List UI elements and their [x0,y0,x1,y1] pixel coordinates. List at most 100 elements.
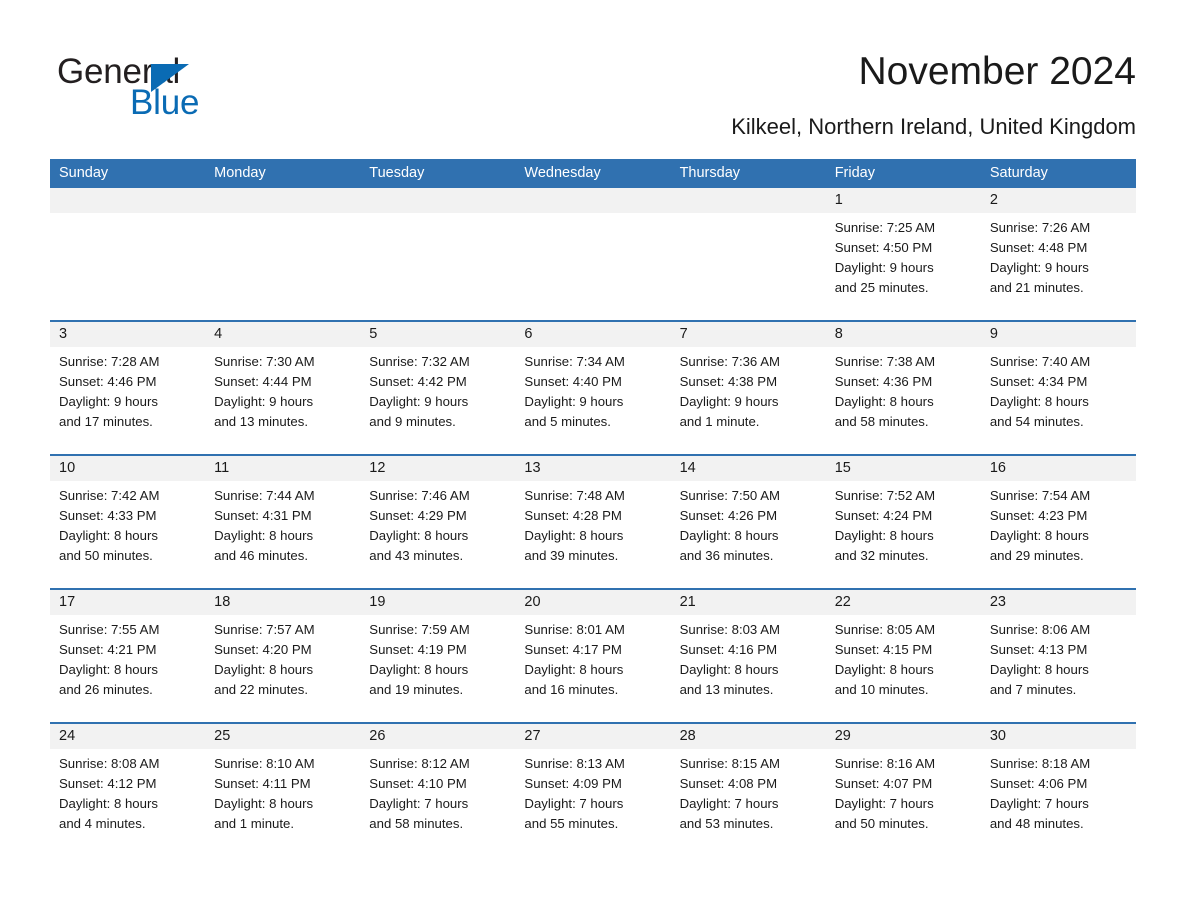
day-detail-line: and 55 minutes. [524,816,619,831]
day-cell[interactable]: Sunrise: 7:32 AM Sunset: 4:42 PM Daylight:… [360,347,515,450]
day-cell[interactable]: Sunrise: 8:18 AM Sunset: 4:06 PM Daylight:… [981,749,1136,852]
day-number[interactable]: 24 [50,724,205,749]
day-detail-line: and 50 minutes. [59,548,153,563]
day-detail-line: Daylight: 8 hours [679,662,779,677]
day-detail-line: Sunset: 4:26 PM [679,508,778,523]
day-detail-line: and 13 minutes. [679,682,774,697]
day-cell[interactable]: Sunrise: 8:16 AM Sunset: 4:07 PM Daylight:… [826,749,981,852]
day-cell[interactable]: Sunrise: 7:26 AM Sunset: 4:48 PM Daylight:… [981,213,1136,316]
day-number[interactable]: 3 [50,322,205,347]
day-number-empty [50,188,205,213]
day-number[interactable]: 15 [826,456,981,481]
day-detail-line: Daylight: 8 hours [679,528,779,543]
day-cell[interactable]: Sunrise: 7:34 AM Sunset: 4:40 PM Daylight:… [515,347,670,450]
day-detail-line: Daylight: 7 hours [524,796,624,811]
day-detail-line: and 43 minutes. [369,548,464,563]
day-cell[interactable]: Sunrise: 8:10 AM Sunset: 4:11 PM Daylight:… [205,749,360,852]
day-detail-line: Daylight: 8 hours [989,394,1089,409]
day-cell[interactable]: Sunrise: 8:12 AM Sunset: 4:10 PM Daylight:… [360,749,515,852]
calendar-week-row: 24 25 26 27 28 29 30 Sunrise: 8:08 AM Sunset: 4:… [50,722,1136,852]
generalblue-logo[interactable]: General Blue [57,52,377,132]
day-number[interactable]: 9 [981,322,1136,347]
day-number[interactable]: 20 [515,590,670,615]
day-number[interactable]: 7 [671,322,826,347]
day-detail-line: Sunset: 4:11 PM [214,776,311,791]
day-number[interactable]: 10 [50,456,205,481]
day-cell[interactable]: Sunrise: 8:08 AM Sunset: 4:12 PM Daylight:… [50,749,205,852]
day-cell[interactable]: Sunrise: 8:01 AM Sunset: 4:17 PM Daylight:… [515,615,670,718]
day-cell[interactable]: Sunrise: 7:44 AM Sunset: 4:31 PM Daylight:… [205,481,360,584]
calendar-page: General Blue November 2024 Kilkeel, Nort… [0,0,1188,918]
day-detail-line: Sunset: 4:42 PM [369,374,467,389]
day-number[interactable]: 4 [205,322,360,347]
day-number[interactable]: 11 [205,456,360,481]
day-detail-line: Daylight: 9 hours [59,394,158,409]
day-number[interactable]: 22 [826,590,981,615]
day-cell[interactable]: Sunrise: 7:40 AM Sunset: 4:34 PM Daylight:… [981,347,1136,450]
week-date-band: 3456789 [50,322,1136,347]
day-number[interactable]: 19 [360,590,515,615]
day-cell[interactable]: Sunrise: 7:48 AM Sunset: 4:28 PM Daylight:… [515,481,670,584]
week-detail-row: Sunrise: 7:55 AM Sunset: 4:21 PM Daylight:… [50,615,1136,718]
day-detail-line: Sunset: 4:12 PM [59,776,157,791]
day-cell[interactable]: Sunrise: 7:59 AM Sunset: 4:19 PM Daylight:… [360,615,515,718]
day-cell[interactable]: Sunrise: 8:06 AM Sunset: 4:13 PM Daylight:… [981,615,1136,718]
day-cell[interactable]: Sunrise: 7:55 AM Sunset: 4:21 PM Daylight:… [50,615,205,718]
weekday-header-wednesday: Wednesday [524,165,601,181]
day-detail-line: Sunset: 4:15 PM [834,642,933,657]
day-number[interactable]: 5 [360,322,515,347]
day-detail-line: Sunrise: 7:30 AM [214,354,315,369]
day-cell[interactable]: Sunrise: 7:30 AM Sunset: 4:44 PM Daylight:… [205,347,360,450]
day-number[interactable]: 23 [981,590,1136,615]
day-number[interactable]: 2 [981,188,1136,213]
day-cell[interactable]: Sunrise: 7:25 AM Sunset: 4:50 PM Daylight:… [826,213,981,316]
day-cell[interactable]: Sunrise: 8:03 AM Sunset: 4:16 PM Daylight:… [671,615,826,718]
day-detail-line: Sunset: 4:21 PM [59,642,157,657]
day-cell[interactable]: Sunrise: 7:38 AM Sunset: 4:36 PM Daylight:… [826,347,981,450]
day-detail-line: and 1 minute. [679,414,760,429]
calendar-grid: Sunday Monday Tuesday Wednesday Thursday… [50,159,1136,852]
day-number[interactable]: 14 [671,456,826,481]
day-detail-line: and 58 minutes. [834,414,929,429]
day-cell[interactable]: Sunrise: 7:57 AM Sunset: 4:20 PM Daylight:… [205,615,360,718]
day-number[interactable]: 17 [50,590,205,615]
day-cell[interactable]: Sunrise: 7:52 AM Sunset: 4:24 PM Daylight:… [826,481,981,584]
day-number[interactable]: 30 [981,724,1136,749]
day-detail-line: and 46 minutes. [214,548,308,563]
day-number[interactable]: 27 [515,724,670,749]
day-cell[interactable]: Sunrise: 7:42 AM Sunset: 4:33 PM Daylight:… [50,481,205,584]
day-number[interactable]: 12 [360,456,515,481]
day-cell[interactable]: Sunrise: 8:15 AM Sunset: 4:08 PM Daylight:… [671,749,826,852]
calendar-week-row: 3 4 5 6 7 8 9 Sunrise: 7:28 AM Sunset: 4:46 PM Da… [50,320,1136,450]
day-detail-line: Sunrise: 7:34 AM [524,354,625,369]
day-number[interactable]: 6 [515,322,670,347]
day-detail-line: and 4 minutes. [59,816,146,831]
day-number[interactable]: 21 [671,590,826,615]
day-cell[interactable]: Sunrise: 7:50 AM Sunset: 4:26 PM Daylight:… [671,481,826,584]
day-number[interactable]: 13 [515,456,670,481]
day-number[interactable]: 25 [205,724,360,749]
day-cell[interactable]: Sunrise: 7:54 AM Sunset: 4:23 PM Daylight:… [981,481,1136,584]
day-detail-line: Sunset: 4:16 PM [679,642,778,657]
day-cell[interactable]: Sunrise: 8:13 AM Sunset: 4:09 PM Daylight:… [515,749,670,852]
day-number[interactable]: 26 [360,724,515,749]
day-cell[interactable]: Sunrise: 7:36 AM Sunset: 4:38 PM Daylight:… [671,347,826,450]
week-date-band: 17 18 19 20 21 22 23 [50,590,1136,615]
day-detail-line: Sunrise: 7:40 AM [989,354,1091,369]
day-number[interactable]: 1 [826,188,981,213]
day-number[interactable]: 16 [981,456,1136,481]
day-detail-line: Sunrise: 7:54 AM [989,488,1091,503]
day-cell[interactable]: Sunrise: 8:05 AM Sunset: 4:15 PM Daylight:… [826,615,981,718]
weekday-header-row: Sunday Monday Tuesday Wednesday Thursday… [50,159,1136,188]
day-cell[interactable]: Sunrise: 7:28 AM Sunset: 4:46 PM Daylight:… [50,347,205,450]
day-detail-line: Sunrise: 8:06 AM [989,622,1091,637]
day-number[interactable]: 18 [205,590,360,615]
weekday-header-friday: Friday [834,165,875,181]
day-detail-line: and 58 minutes. [369,816,464,831]
day-detail-line: and 29 minutes. [989,548,1084,563]
day-detail-line: Daylight: 7 hours [679,796,779,811]
day-cell[interactable]: Sunrise: 7:46 AM Sunset: 4:29 PM Daylight:… [360,481,515,584]
day-number[interactable]: 29 [826,724,981,749]
day-number[interactable]: 28 [671,724,826,749]
day-number[interactable]: 8 [826,322,981,347]
